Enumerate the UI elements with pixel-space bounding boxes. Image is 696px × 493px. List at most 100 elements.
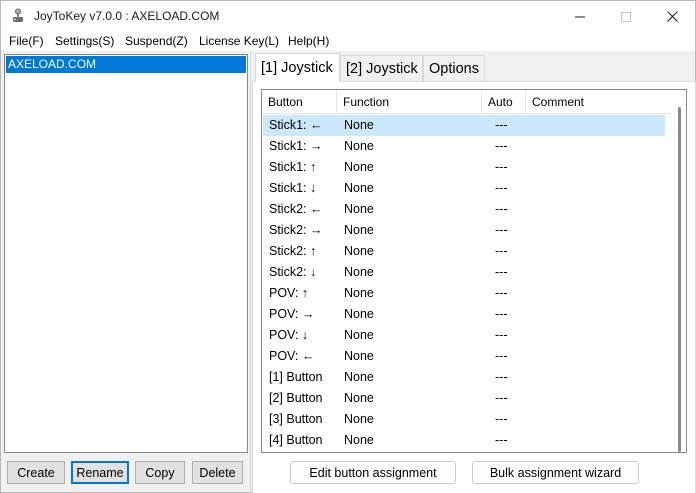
close-icon (666, 11, 678, 22)
cell-button: POV: ← (269, 349, 315, 363)
cell-function: None (344, 370, 374, 384)
app-window: JoyToKey v7.0.0 : AXELOAD.COM File(F) Se… (0, 0, 696, 493)
cell-function: None (344, 139, 374, 153)
vertical-scrollbar[interactable] (673, 90, 686, 452)
cell-button: Stick2: ↓ (269, 265, 317, 279)
table-row[interactable]: Stick1: ↓ None --- (263, 178, 665, 199)
column-header-auto[interactable]: Auto (482, 90, 526, 114)
cell-function: None (344, 328, 374, 342)
table-row[interactable]: POV: ↑ None --- (263, 283, 665, 304)
joystick-app-icon (13, 8, 23, 22)
cell-auto: --- (495, 202, 508, 216)
cell-auto: --- (495, 433, 508, 447)
table-header: Button Function Auto Comment (262, 90, 672, 114)
table-row[interactable]: [4] Button None --- (263, 430, 665, 451)
cell-function: None (344, 244, 374, 258)
cell-function: None (344, 412, 374, 426)
config-item-selected[interactable]: AXELOAD.COM (6, 56, 246, 73)
cell-function: None (344, 118, 374, 132)
column-header-button[interactable]: Button (262, 90, 337, 114)
cell-auto: --- (495, 307, 508, 321)
cell-button: [1] Button (269, 370, 323, 384)
delete-button[interactable]: Delete (192, 461, 243, 484)
cell-auto: --- (495, 265, 508, 279)
table-row[interactable]: Stick2: ↑ None --- (263, 241, 665, 262)
tab-options[interactable]: Options (423, 55, 485, 81)
cell-button: Stick2: ← (269, 202, 323, 216)
cell-function: None (344, 202, 374, 216)
cell-auto: --- (495, 223, 508, 237)
menu-settings[interactable]: Settings(S) (55, 34, 114, 48)
cell-function: None (344, 307, 374, 321)
minimize-icon (575, 16, 585, 17)
cell-button: [4] Button (269, 433, 323, 447)
cell-auto: --- (495, 139, 508, 153)
cell-button: POV: ↓ (269, 328, 309, 342)
menu-license-key[interactable]: License Key(L) (199, 34, 279, 48)
cell-auto: --- (495, 181, 508, 195)
config-list[interactable]: AXELOAD.COM (4, 54, 248, 453)
cell-auto: --- (495, 160, 508, 174)
table-row[interactable]: Stick2: ↓ None --- (263, 262, 665, 283)
maximize-button[interactable] (603, 1, 649, 32)
cell-button: Stick1: ↓ (269, 181, 317, 195)
cell-function: None (344, 433, 374, 447)
cell-auto: --- (495, 118, 508, 132)
panel-splitter[interactable] (250, 51, 251, 493)
edit-button-assignment-button[interactable]: Edit button assignment (290, 461, 456, 484)
cell-function: None (344, 223, 374, 237)
cell-function: None (344, 286, 374, 300)
cell-auto: --- (495, 412, 508, 426)
cell-auto: --- (495, 391, 508, 405)
cell-auto: --- (495, 286, 508, 300)
cell-auto: --- (495, 244, 508, 258)
cell-function: None (344, 160, 374, 174)
bulk-assignment-wizard-button[interactable]: Bulk assignment wizard (472, 461, 639, 484)
table-row[interactable]: POV: ↓ None --- (263, 325, 665, 346)
cell-function: None (344, 265, 374, 279)
minimize-button[interactable] (557, 1, 603, 32)
cell-function: None (344, 349, 374, 363)
cell-auto: --- (495, 328, 508, 342)
table-row[interactable]: Stick1: ↑ None --- (263, 157, 665, 178)
window-title: JoyToKey v7.0.0 : AXELOAD.COM (34, 9, 220, 23)
maximize-icon (621, 11, 631, 22)
table-row[interactable]: Stick2: ← None --- (263, 199, 665, 220)
menu-suspend[interactable]: Suspend(Z) (125, 34, 188, 48)
close-button[interactable] (649, 1, 695, 32)
cell-button: POV: → (269, 307, 315, 321)
cell-button: [2] Button (269, 391, 323, 405)
table-row[interactable]: [1] Button None --- (263, 367, 665, 388)
cell-auto: --- (495, 349, 508, 363)
create-button[interactable]: Create (7, 461, 65, 484)
copy-button[interactable]: Copy (135, 461, 185, 484)
cell-button: Stick1: → (269, 139, 323, 153)
cell-button: Stick1: ← (269, 118, 323, 132)
cell-button: [3] Button (269, 412, 323, 426)
cell-button: Stick1: ↑ (269, 160, 317, 174)
table-row[interactable]: Stick1: → None --- (263, 136, 665, 157)
cell-button: POV: ↑ (269, 286, 309, 300)
assignment-table[interactable]: Button Function Auto Comment Stick1: ← No… (261, 89, 687, 453)
table-row[interactable]: [3] Button None --- (263, 409, 665, 430)
menu-file[interactable]: File(F) (9, 34, 44, 48)
menu-bar: File(F) Settings(S) Suspend(Z) License K… (1, 32, 695, 51)
tab-joystick-2[interactable]: [2] Joystick (340, 55, 423, 81)
column-header-function[interactable]: Function (337, 90, 482, 114)
cell-button: Stick2: ↑ (269, 244, 317, 258)
rename-button[interactable]: Rename (71, 461, 129, 484)
menu-help[interactable]: Help(H) (288, 34, 329, 48)
cell-auto: --- (495, 370, 508, 384)
table-row[interactable]: POV: → None --- (263, 304, 665, 325)
table-row[interactable]: Stick2: → None --- (263, 220, 665, 241)
title-bar[interactable]: JoyToKey v7.0.0 : AXELOAD.COM (1, 1, 695, 32)
tab-joystick-1[interactable]: [1] Joystick (255, 53, 340, 82)
scrollbar-thumb[interactable] (678, 107, 681, 452)
cell-function: None (344, 391, 374, 405)
column-header-comment[interactable]: Comment (526, 90, 672, 114)
table-row[interactable]: Stick1: ← None --- (263, 115, 665, 136)
table-row[interactable]: [2] Button None --- (263, 388, 665, 409)
table-row[interactable]: POV: ← None --- (263, 346, 665, 367)
cell-function: None (344, 181, 374, 195)
cell-button: Stick2: → (269, 223, 323, 237)
